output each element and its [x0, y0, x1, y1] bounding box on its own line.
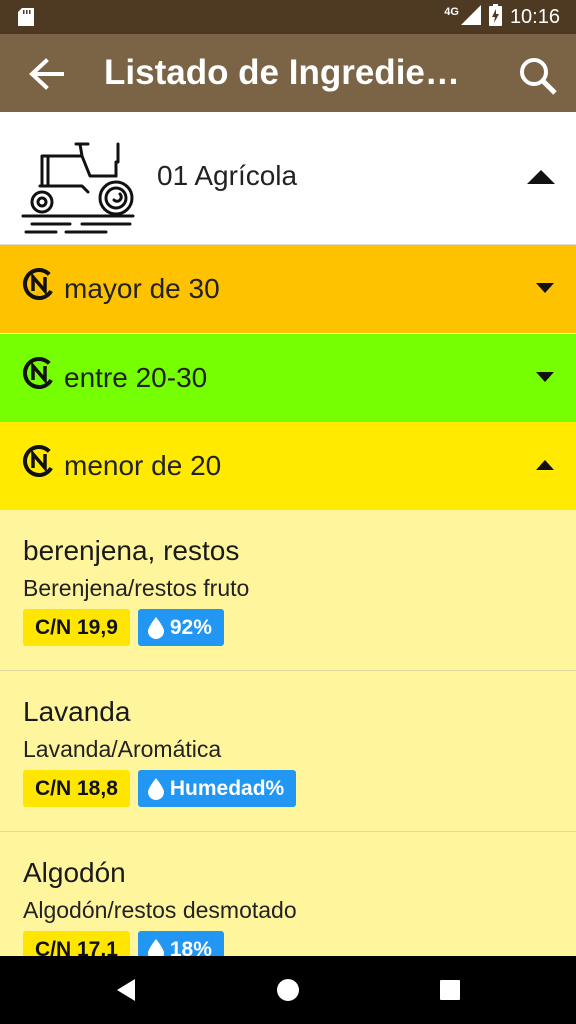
droplet-icon: [147, 777, 164, 800]
ingredient-description: Algodón/restos desmotado: [23, 897, 297, 923]
list-item[interactable]: berenjena, restos Berenjena/restos fruto…: [0, 510, 576, 671]
cn-icon: [23, 268, 55, 300]
nav-recents-icon: [440, 980, 460, 1000]
humidity-badge: 18%: [137, 931, 224, 956]
droplet-icon: [147, 938, 164, 956]
ingredient-name: Lavanda: [23, 696, 131, 727]
cn-icon: [23, 445, 55, 477]
ingredient-name: berenjena, restos: [23, 535, 240, 566]
nav-home-icon: [277, 979, 299, 1001]
search-icon: [520, 58, 557, 95]
group-menor-de-20[interactable]: menor de 20: [0, 422, 576, 510]
tractor-icon: [21, 142, 135, 234]
list-item[interactable]: Lavanda Lavanda/Aromática C/N 18,8 Humed…: [0, 671, 576, 832]
caret-up-icon: [536, 460, 554, 470]
cn-ratio-badge: C/N 19,9: [23, 609, 130, 646]
group-label: entre 20-30: [64, 362, 208, 393]
back-button[interactable]: [24, 54, 68, 94]
humidity-value: Humedad%: [169, 777, 285, 800]
status-bar: 4G 10:16: [0, 0, 576, 34]
clock: 10:16: [509, 5, 560, 28]
humidity-value: 92%: [169, 616, 212, 639]
list-item[interactable]: Algodón Algodón/restos desmotado C/N 17,…: [0, 832, 576, 956]
back-arrow-icon: [29, 58, 64, 90]
nav-back-button[interactable]: [105, 970, 145, 1010]
cn-ratio-badge: C/N 18,8: [23, 770, 130, 807]
system-nav-bar: [0, 956, 576, 1024]
network-type-label: 4G: [444, 6, 459, 18]
battery-charging-icon: [488, 3, 502, 31]
category-header[interactable]: 01 Agrícola: [0, 112, 576, 245]
ingredient-name: Algodón: [23, 857, 126, 888]
ingredient-description: Berenjena/restos fruto: [23, 575, 250, 601]
page-title: Listado de Ingredie…: [104, 53, 460, 92]
search-button[interactable]: [514, 54, 562, 98]
caret-down-icon: [536, 372, 554, 382]
signal-icon: [460, 4, 481, 30]
ingredient-list[interactable]: berenjena, restos Berenjena/restos fruto…: [0, 510, 576, 956]
caret-down-icon: [536, 283, 554, 293]
nav-recents-button[interactable]: [430, 970, 470, 1010]
humidity-value: 18%: [169, 938, 212, 956]
nav-back-icon: [117, 979, 135, 1001]
group-entre-20-30[interactable]: entre 20-30: [0, 334, 576, 422]
app-bar: Listado de Ingredie…: [0, 34, 576, 112]
humidity-badge: Humedad%: [137, 770, 297, 807]
group-mayor-de-30[interactable]: mayor de 30: [0, 245, 576, 333]
cn-icon: [23, 357, 55, 389]
sd-card-icon: [18, 8, 34, 26]
category-label: 01 Agrícola: [157, 160, 298, 191]
nav-home-button[interactable]: [268, 970, 308, 1010]
droplet-icon: [147, 616, 164, 639]
humidity-badge: 92%: [137, 609, 224, 646]
ingredient-description: Lavanda/Aromática: [23, 736, 222, 762]
group-label: mayor de 30: [64, 273, 220, 304]
cn-ratio-badge: C/N 17,1: [23, 931, 130, 956]
group-label: menor de 20: [64, 450, 222, 481]
category-caret-up-icon[interactable]: [527, 170, 555, 184]
